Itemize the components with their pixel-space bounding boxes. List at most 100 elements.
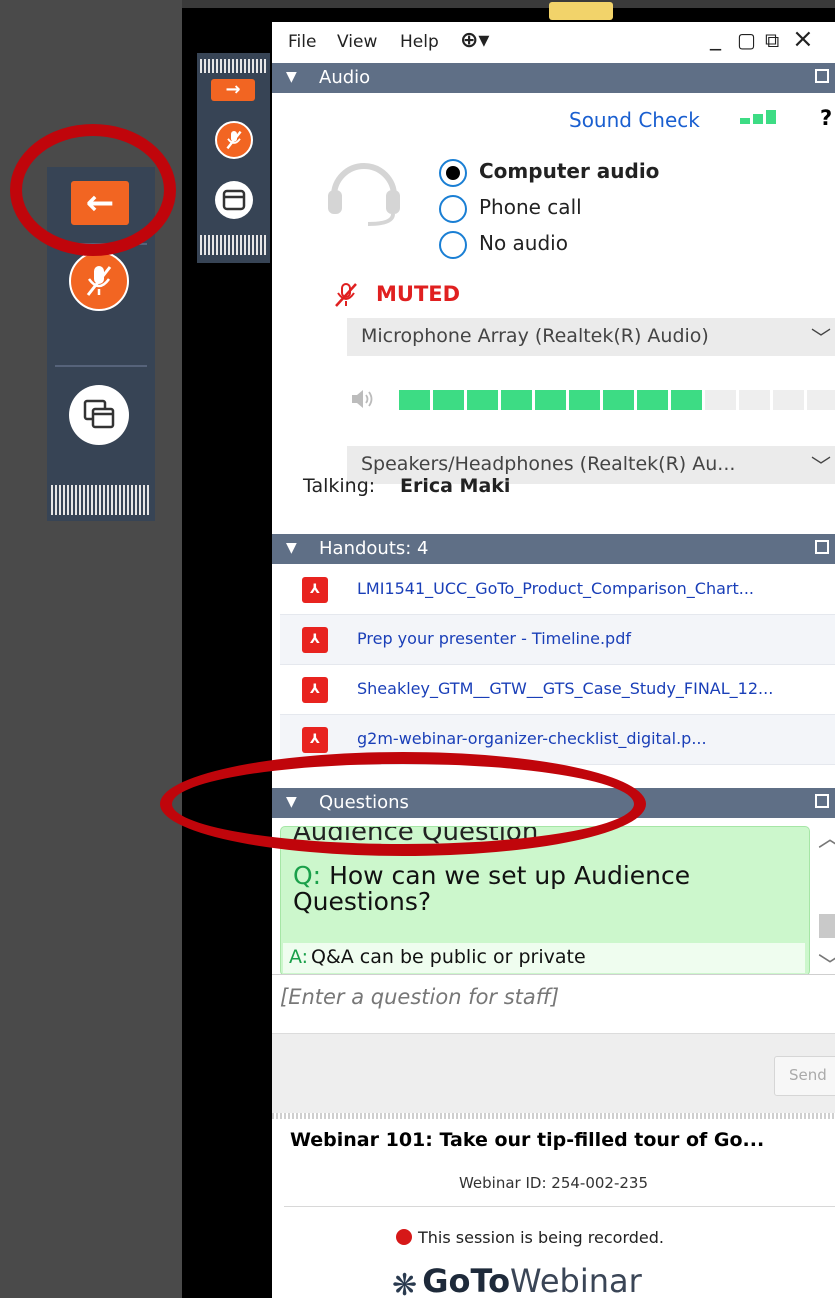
handout-file-1[interactable]: ⅄ LMI1541_UCC_GoTo_Product_Comparison_Ch… [280,565,835,615]
question-input-placeholder: [Enter a question for staff] [280,985,560,1009]
audio-panel-header[interactable]: ▼ Audio [272,63,835,93]
sound-check-link[interactable]: Sound Check [569,108,700,132]
level-segment [807,390,835,410]
mini-mute-button[interactable] [215,121,253,159]
microphone-select[interactable]: Microphone Array (Realtek(R) Audio) ﹀ [347,318,835,356]
window-icon [222,189,246,211]
pdf-icon: ⅄ [302,677,328,703]
brand-goto: GoTo [422,1262,511,1298]
question-input[interactable]: [Enter a question for staff] [272,975,835,1033]
menu-view[interactable]: View [337,32,377,52]
menu-bar: File View Help ⊕▾ _ ▢ ⧉ × [272,22,835,62]
close-button[interactable]: × [792,24,814,54]
computer-audio-label[interactable]: Computer audio [479,159,659,183]
level-segment [705,390,736,410]
minimize-button[interactable]: _ [710,26,721,51]
toolbar-drag-handle[interactable] [51,485,151,515]
maximize-button[interactable]: ▢ [737,28,756,52]
level-segment [569,390,600,410]
phone-call-radio[interactable] [439,195,467,223]
pdf-icon: ⅄ [302,727,328,753]
answer-body: Q&A can be public or private [311,946,586,968]
microphone-muted-icon [86,266,112,296]
desktop-icon[interactable] [549,2,613,20]
pdf-icon: ⅄ [302,577,328,603]
panel-popout-icon[interactable] [815,69,829,83]
talking-label: Talking: [303,475,376,497]
no-audio-label[interactable]: No audio [479,231,568,255]
brand-webinar: Webinar [510,1262,642,1298]
questions-scrollbar[interactable]: ︿ ﹀ [816,822,835,982]
level-segment [501,390,532,410]
handouts-panel-title: Handouts: 4 [319,538,429,559]
mute-microphone-button[interactable] [69,251,129,311]
handout-file-name: Prep your presenter - Timeline.pdf [357,629,631,648]
send-button-label: Send [789,1066,827,1084]
pdf-icon: ⅄ [302,627,328,653]
mini-toolbar-drag-handle[interactable] [200,59,267,73]
microphone-select-value: Microphone Array (Realtek(R) Audio) [361,325,709,347]
phone-call-label[interactable]: Phone call [479,195,582,219]
level-segment [739,390,770,410]
computer-audio-radio[interactable] [439,159,467,187]
recording-notice: This session is being recorded. [396,1228,664,1247]
send-area: Send [272,1033,835,1114]
desktop-strip [182,0,835,8]
audio-panel-title: Audio [319,67,371,88]
answer-row: A: Q&A can be public or private [283,943,805,973]
handouts-panel-header[interactable]: ▼ Handouts: 4 [272,534,835,564]
expand-panel-button[interactable]: → [211,79,255,101]
level-segment [637,390,668,410]
panel-popout-icon[interactable] [815,540,829,554]
popout-button[interactable]: ⧉ [765,28,779,52]
question-text: Q: How can we set up Audience Questions? [293,863,793,915]
talking-name: Erica Maki [400,475,511,497]
level-segment [399,390,430,410]
scroll-up-icon[interactable]: ︿ [818,818,835,853]
level-segment [433,390,464,410]
send-button[interactable]: Send [774,1056,835,1096]
level-segment [603,390,634,410]
level-segment [467,390,498,410]
no-audio-radio[interactable] [439,231,467,259]
panel-popout-icon[interactable] [815,794,829,808]
recording-dot-icon [396,1229,412,1245]
question-prefix: Q: [293,861,322,890]
speaker-icon [352,390,373,408]
chevron-down-icon: ﹀ [811,326,831,350]
question-body: How can we set up Audience Questions? [293,861,691,916]
screen-viewer-button[interactable] [69,385,129,445]
audio-help-icon[interactable]: ? [820,106,832,130]
mini-toolbar-bottom-grip[interactable] [200,235,267,255]
headset-icon [328,163,400,226]
answer-prefix: A: [289,946,309,968]
handout-file-name: g2m-webinar-organizer-checklist_digital.… [357,729,707,748]
level-segment [671,390,702,410]
mini-screen-viewer-button[interactable] [215,181,253,219]
handout-file-name: Sheakley_GTM__GTW__GTS_Case_Study_FINAL_… [357,679,774,698]
collapse-triangle-icon: ▼ [286,69,297,85]
webinar-title: Webinar 101: Take our tip-filled tour of… [290,1129,765,1151]
gotowebinar-logo: ❋ GoToWebinar [392,1262,642,1298]
gotowebinar-control-panel: File View Help ⊕▾ _ ▢ ⧉ × ▼ Audio Sound … [272,22,835,1298]
muted-microphone-icon [335,283,357,307]
handout-file-2[interactable]: ⅄ Prep your presenter - Timeline.pdf [280,615,835,665]
menu-file[interactable]: File [288,32,316,52]
recording-text: This session is being recorded. [418,1228,664,1247]
scroll-thumb[interactable] [819,914,835,938]
highlight-circle-questions-header [160,752,646,856]
windows-icon [83,399,115,429]
highlight-circle-collapse-button [10,124,176,256]
goto-logo-icon: ❋ [392,1268,418,1298]
level-segment [773,390,804,410]
mini-control-toolbar: → [197,53,270,263]
handout-file-3[interactable]: ⅄ Sheakley_GTM__GTW__GTS_Case_Study_FINA… [280,665,835,715]
chevron-down-icon: ﹀ [811,454,831,478]
webinar-id: Webinar ID: 254-002-235 [458,1174,649,1192]
collapse-triangle-icon: ▼ [286,540,297,556]
language-globe-icon[interactable]: ⊕▾ [460,28,489,53]
footer-divider [284,1206,835,1207]
handout-file-name: LMI1541_UCC_GoTo_Product_Comparison_Char… [357,579,755,598]
menu-help[interactable]: Help [400,32,439,52]
arrow-right-icon: → [225,79,241,100]
